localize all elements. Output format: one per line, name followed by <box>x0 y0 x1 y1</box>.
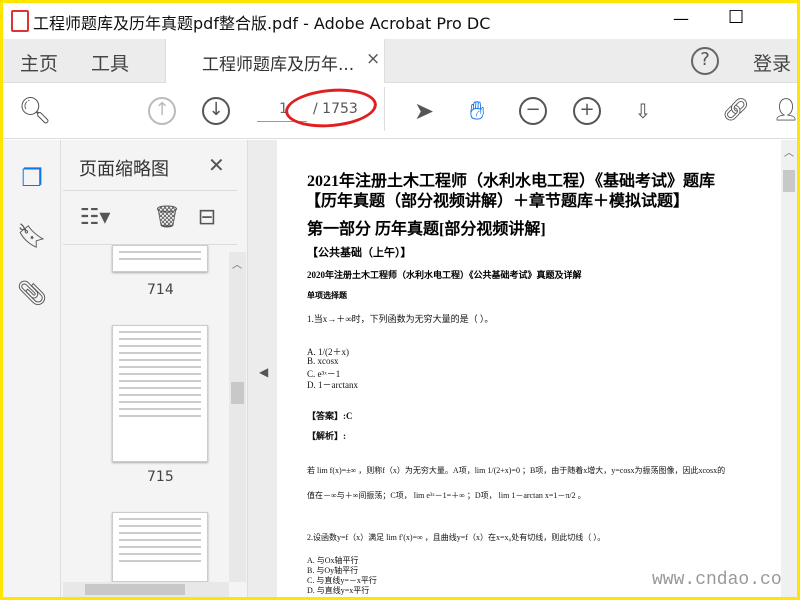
bookmark-icon[interactable]: 🔖︎ <box>14 218 50 254</box>
document-tab-label: 工程师题库及历年... <box>202 55 355 75</box>
page-display-icon[interactable]: ⇩ <box>625 93 661 129</box>
maximize-button[interactable]: ☐ <box>728 7 744 28</box>
question-1: 1.当x→＋∞时，下列函数为无穷大量的是（ ）。 <box>307 314 494 324</box>
watermark: www.cndao.com <box>652 570 793 590</box>
part-heading: 第一部分 历年真题[部分视频讲解] <box>307 221 546 238</box>
exam-heading: 2020年注册土木工程师（水利水电工程）《公共基础考试》真题及详解 <box>307 270 582 280</box>
previous-page-icon[interactable]: ↑ <box>148 97 176 125</box>
window-title: 工程师题库及历年真题pdf整合版.pdf - Adobe Acrobat Pro… <box>33 14 491 33</box>
navigation-pane-icons: ❐ 🔖︎ 📎︎ <box>3 140 61 597</box>
thumbnail-label: 715 <box>147 469 174 485</box>
minimize-button[interactable]: — <box>673 9 689 28</box>
explanation-line1: 若 lim f(x)=±∞ ，则称f（x）为无穷大量。A项，lim 1/(2+x… <box>307 466 726 475</box>
page-thumbnail-715[interactable] <box>112 325 208 462</box>
document-vertical-scrollbar[interactable]: ︿ <box>781 140 797 597</box>
zoom-in-icon[interactable]: + <box>573 97 601 125</box>
option: D. 1－arctanx <box>307 380 358 390</box>
attachment-icon[interactable]: 📎︎ <box>14 275 50 311</box>
insert-page-icon[interactable]: ⊟ <box>189 200 225 236</box>
next-page-icon[interactable]: ↓ <box>202 97 230 125</box>
app-icon <box>11 10 29 32</box>
thumbnails-panel: 页面缩略图 ✕ ☷▾ 🗑︎ ⊟ 714 715 ︿ <box>61 140 247 597</box>
panel-collapse-gutter: ◀ <box>247 140 277 597</box>
login-button[interactable]: 登录 <box>753 49 791 76</box>
page-thumbnail-714[interactable] <box>112 245 208 272</box>
close-panel-icon[interactable]: ✕ <box>208 153 225 177</box>
page-thumbnails-icon[interactable]: ❐ <box>14 160 50 196</box>
question-2: 2.设函数y=f（x）满足 lim f′(x)=∞ ，且曲线y=f（x）在x=x… <box>307 533 606 542</box>
option: D. 与直线y=x平行 <box>307 586 370 595</box>
tab-tools[interactable]: 工具 <box>91 49 129 76</box>
section-heading: 【公共基础（上午）】 <box>307 247 412 259</box>
question-type: 单项选择题 <box>307 291 347 300</box>
select-cursor-icon[interactable]: ➤ <box>406 93 442 129</box>
tab-bar: 主页 工具 工程师题库及历年... × ? 登录 <box>3 39 797 83</box>
tab-home[interactable]: 主页 <box>20 49 58 76</box>
zoom-out-icon[interactable]: − <box>519 97 547 125</box>
explanation-line2: 值在－∞与＋∞间振荡；C项， lim e³ˣ－1=＋∞ ；D项， lim 1－a… <box>307 491 586 500</box>
page-thumbnail-716[interactable] <box>112 512 208 582</box>
analysis-label: 【解析】: <box>307 431 346 441</box>
thumbnail-horizontal-scrollbar[interactable] <box>63 582 229 597</box>
divider <box>384 87 385 131</box>
collapse-panel-arrow-icon[interactable]: ◀ <box>259 365 268 379</box>
document-page: 2021年注册土木工程师（水利水电工程）《基础考试》题库 【历年真题（部分视频讲… <box>277 140 792 597</box>
answer: 【答案】:C <box>307 411 353 421</box>
delete-page-icon[interactable]: 🗑︎ <box>149 200 185 236</box>
close-tab-icon[interactable]: × <box>366 49 380 69</box>
tab-document[interactable]: 工程师题库及历年... × <box>165 39 385 83</box>
thumbnail-label: 714 <box>147 282 174 298</box>
divider <box>63 190 237 191</box>
title-bar: 工程师题库及历年真题pdf整合版.pdf - Adobe Acrobat Pro… <box>3 3 797 39</box>
search-icon[interactable]: 🔍︎ <box>17 93 53 129</box>
option: B. xcosx <box>307 356 339 366</box>
panel-title: 页面缩略图 <box>79 159 169 180</box>
thumbnail-vertical-scrollbar[interactable]: ︿ <box>229 252 246 582</box>
help-icon[interactable]: ? <box>691 47 719 75</box>
red-circle-annotation <box>283 85 379 131</box>
toolbar: 🔍︎ ↑ ↓ 1 / 1753 ➤ ✋︎ − + ⇩ 🔗︎ 👤︎ <box>3 83 797 139</box>
acrobat-window: 工程师题库及历年真题pdf整合版.pdf - Adobe Acrobat Pro… <box>3 3 797 597</box>
hand-tool-icon[interactable]: ✋︎ <box>459 93 495 129</box>
options-menu-icon[interactable]: ☷▾ <box>77 200 113 236</box>
share-link-icon[interactable]: 🔗︎ <box>718 93 754 129</box>
doc-title-line2: 【历年真题（部分视频讲解）＋章节题库＋模拟试题】 <box>305 193 690 210</box>
user-icon[interactable]: 👤︎ <box>768 93 797 129</box>
